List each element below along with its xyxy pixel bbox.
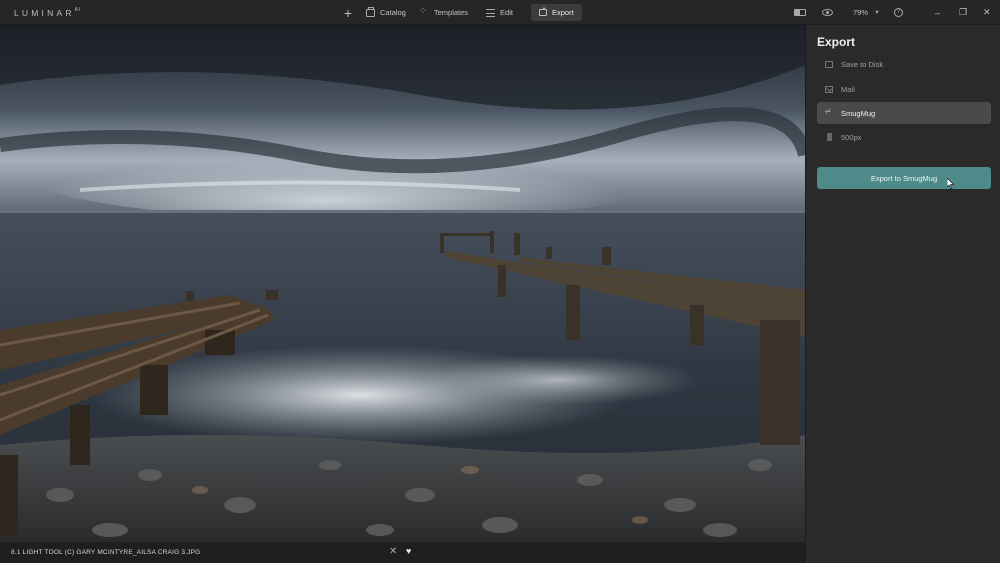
close-window-button[interactable]: ✕ — [983, 4, 991, 21]
preview-button[interactable] — [822, 4, 833, 21]
photo-canvas[interactable] — [0, 25, 805, 542]
close-icon: ✕ — [983, 7, 991, 17]
restore-button[interactable]: ❐ — [959, 4, 967, 21]
heart-icon: ♥ — [406, 546, 412, 556]
export-panel: Export Save to Disk Mail SmugMug 500px E… — [805, 25, 1000, 563]
tab-export-label: Export — [551, 8, 574, 17]
export-option-label: 500px — [841, 132, 862, 142]
tab-export[interactable]: Export — [530, 4, 582, 21]
folder-icon — [825, 60, 833, 68]
app-logo: LUMINARAI — [14, 7, 80, 18]
nav-tabs: Catalog Templates Edit Export — [360, 4, 582, 21]
luminar-app: LUMINARAI + Catalog Templates Edit Expor… — [0, 0, 1000, 563]
logo-text: LUMINAR — [14, 8, 75, 18]
help-button[interactable]: ? — [894, 4, 903, 21]
export-option-save-to-disk[interactable]: Save to Disk — [817, 53, 991, 75]
tab-edit-label: Edit — [500, 8, 513, 17]
compare-icon — [794, 9, 806, 16]
minimize-icon: – — [935, 7, 941, 18]
zoom-select[interactable]: 79% ▼ — [853, 4, 880, 21]
export-option-label: Mail — [841, 84, 855, 94]
tab-templates[interactable]: Templates — [414, 4, 474, 21]
sliders-icon — [486, 8, 496, 17]
folder-icon — [366, 6, 375, 17]
tab-templates-label: Templates — [433, 8, 469, 17]
export-option-mail[interactable]: Mail — [817, 78, 991, 100]
restore-icon: ❐ — [959, 7, 968, 17]
logo-super: AI — [74, 7, 81, 13]
smugmug-icon — [824, 106, 833, 117]
reject-button[interactable]: ✕ — [389, 546, 397, 557]
plus-icon: + — [343, 4, 353, 21]
500px-icon — [827, 133, 832, 141]
tab-catalog-label: Catalog — [380, 8, 406, 17]
help-icon: ? — [894, 8, 903, 17]
bottom-bar: 8.1 LIGHT TOOL (C) GARY MCINTYRE_AILSA C… — [0, 542, 805, 563]
filename-label: 8.1 LIGHT TOOL (C) GARY MCINTYRE_AILSA C… — [11, 549, 201, 556]
mail-icon — [825, 85, 833, 93]
photo-image — [0, 25, 805, 542]
export-option-500px[interactable]: 500px — [817, 126, 991, 148]
export-option-smugmug[interactable]: SmugMug — [817, 102, 991, 124]
top-bar: LUMINARAI + Catalog Templates Edit Expor… — [0, 0, 1000, 25]
panel-title: Export — [817, 35, 856, 49]
compare-button[interactable] — [794, 4, 806, 21]
tab-catalog[interactable]: Catalog — [360, 4, 412, 21]
export-option-label: SmugMug — [841, 108, 876, 118]
export-option-label: Save to Disk — [841, 59, 884, 69]
eye-icon — [822, 9, 833, 16]
add-photos-button[interactable]: + — [341, 4, 355, 21]
minimize-button[interactable]: – — [935, 4, 940, 21]
tab-edit[interactable]: Edit — [480, 4, 519, 21]
export-to-smugmug-button[interactable]: Export to SmugMug — [817, 167, 991, 189]
mouse-cursor-icon — [947, 178, 955, 189]
favorite-button[interactable]: ♥ — [406, 546, 411, 556]
close-icon: ✕ — [389, 546, 398, 557]
templates-icon — [419, 6, 429, 17]
export-icon — [538, 7, 547, 16]
chevron-down-icon: ▼ — [874, 9, 880, 16]
zoom-value: 79% — [853, 8, 869, 17]
